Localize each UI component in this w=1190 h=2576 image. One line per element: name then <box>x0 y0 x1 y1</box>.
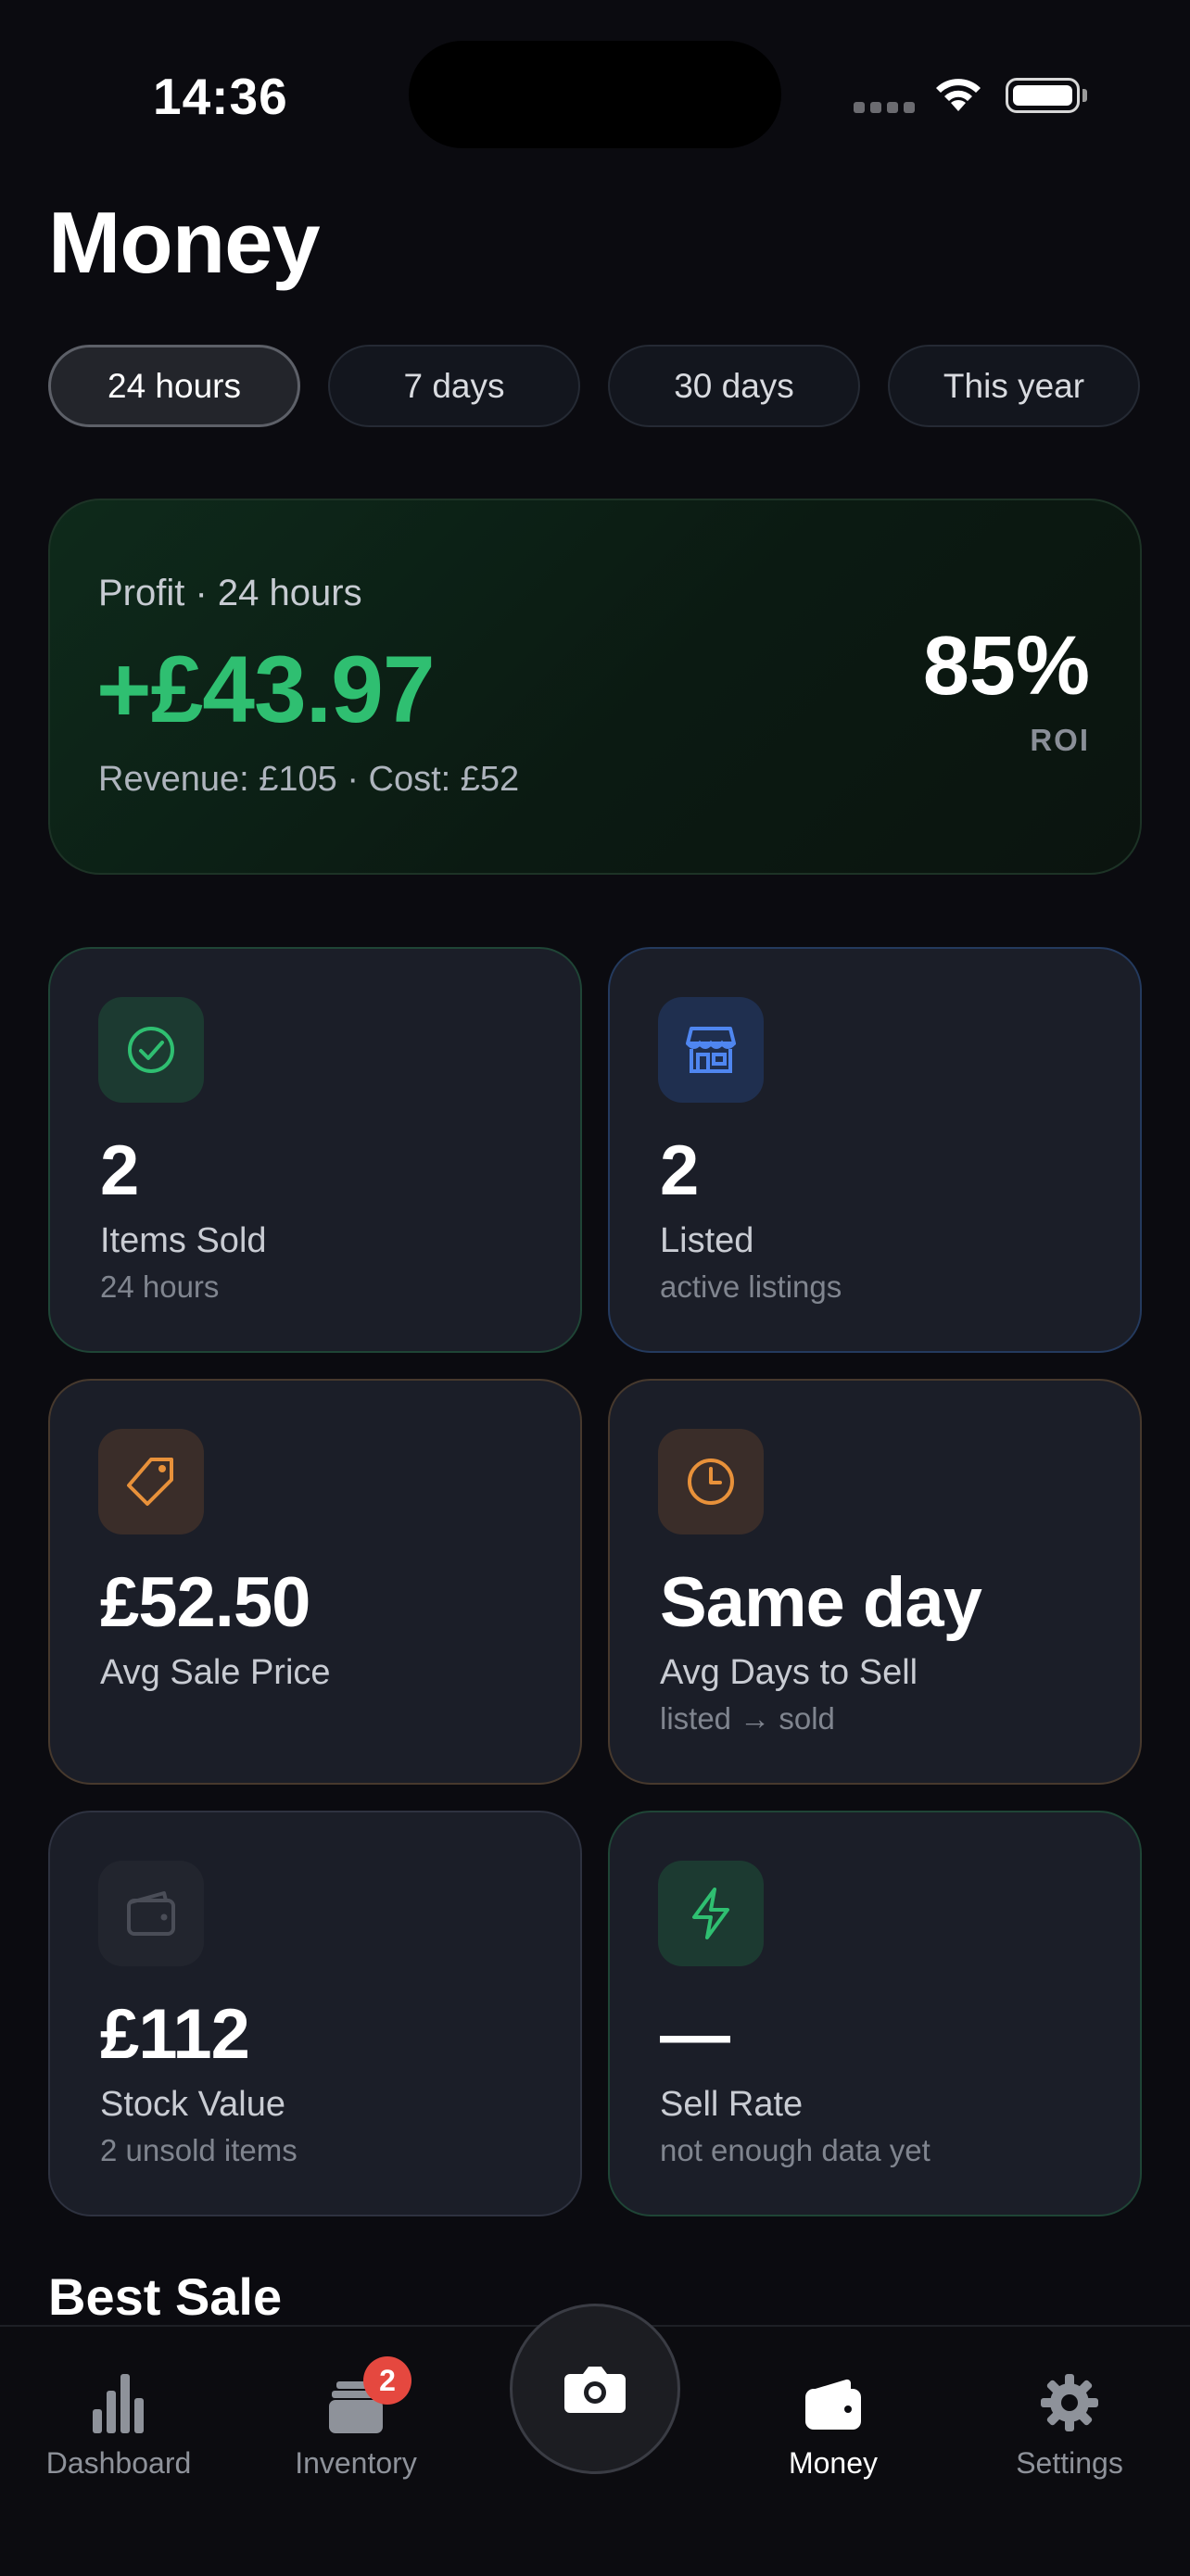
roi-value: 85% <box>922 620 1090 713</box>
page-title: Money <box>48 194 321 291</box>
wallet-icon <box>98 1861 204 1966</box>
stat-label: Avg Days to Sell <box>660 1653 918 1692</box>
stat-label: Stock Value <box>100 2085 285 2124</box>
stat-label: Listed <box>660 1221 754 1260</box>
stat-card-items-sold[interactable]: 2 Items Sold 24 hours <box>48 947 582 1353</box>
tab-money[interactable]: Money <box>722 2372 944 2481</box>
profit-breakdown: Revenue: £105 · Cost: £52 <box>98 760 520 799</box>
tab-label: Money <box>788 2446 879 2480</box>
stat-value: Same day <box>660 1563 982 1642</box>
stat-value: 2 <box>660 1131 699 1210</box>
cellular-signal-icon <box>854 102 915 113</box>
lightning-icon <box>658 1861 764 1966</box>
stat-sub: not enough data yet <box>660 2133 930 2167</box>
stat-card-sell-rate[interactable]: — Sell Rate not enough data yet <box>608 1811 1142 2216</box>
tab-label: Dashboard <box>45 2446 192 2480</box>
stat-value: £112 <box>100 1995 250 2074</box>
storefront-icon <box>658 997 764 1103</box>
stat-label: Sell Rate <box>660 2085 804 2124</box>
check-circle-icon <box>98 997 204 1103</box>
filter-30-days[interactable]: 30 days <box>608 345 860 427</box>
stat-card-avg-days-to-sell[interactable]: Same day Avg Days to Sell listed → sold <box>608 1379 1142 1785</box>
filter-7-days[interactable]: 7 days <box>328 345 580 427</box>
stat-value: — <box>660 1995 730 2074</box>
stat-value: 2 <box>100 1131 139 1210</box>
stat-value: £52.50 <box>100 1563 310 1642</box>
battery-tip <box>1082 89 1087 102</box>
tag-icon <box>98 1429 204 1534</box>
stat-sub: 24 hours <box>100 1269 220 1304</box>
stat-card-avg-sale-price[interactable]: £52.50 Avg Sale Price <box>48 1379 582 1785</box>
clock-icon <box>658 1429 764 1534</box>
best-sale-heading: Best Sale <box>48 2267 283 2326</box>
stat-card-stock-value[interactable]: £112 Stock Value 2 unsold items <box>48 1811 582 2216</box>
profit-label: Profit · 24 hours <box>98 573 362 613</box>
stat-sub: listed → sold <box>660 1701 835 1736</box>
wifi-icon <box>936 79 981 111</box>
stat-sub: 2 unsold items <box>100 2133 298 2167</box>
stat-label: Avg Sale Price <box>100 1653 331 1692</box>
dynamic-island <box>409 41 781 148</box>
tab-label: Inventory <box>295 2446 417 2480</box>
stat-card-listed[interactable]: 2 Listed active listings <box>608 947 1142 1353</box>
bar-chart-icon <box>93 2374 144 2433</box>
filter-24-hours[interactable]: 24 hours <box>48 345 300 427</box>
inventory-badge: 2 <box>363 2356 411 2405</box>
roi-label: ROI <box>1030 723 1090 757</box>
gear-icon <box>1041 2374 1098 2431</box>
profit-value: +£43.97 <box>96 637 436 742</box>
tab-label: Settings <box>1016 2446 1123 2480</box>
filter-this-year[interactable]: This year <box>888 345 1140 427</box>
wallet-icon <box>805 2379 861 2430</box>
tab-dashboard[interactable]: Dashboard <box>7 2372 230 2481</box>
tab-settings[interactable]: Settings <box>958 2372 1181 2481</box>
tab-inventory[interactable]: Inventory <box>245 2372 467 2481</box>
stat-label: Items Sold <box>100 1221 267 1260</box>
stat-sub: active listings <box>660 1269 842 1304</box>
battery-icon <box>1006 78 1080 113</box>
status-time: 14:36 <box>153 68 288 125</box>
camera-button[interactable] <box>510 2304 680 2474</box>
camera-icon <box>564 2367 626 2413</box>
